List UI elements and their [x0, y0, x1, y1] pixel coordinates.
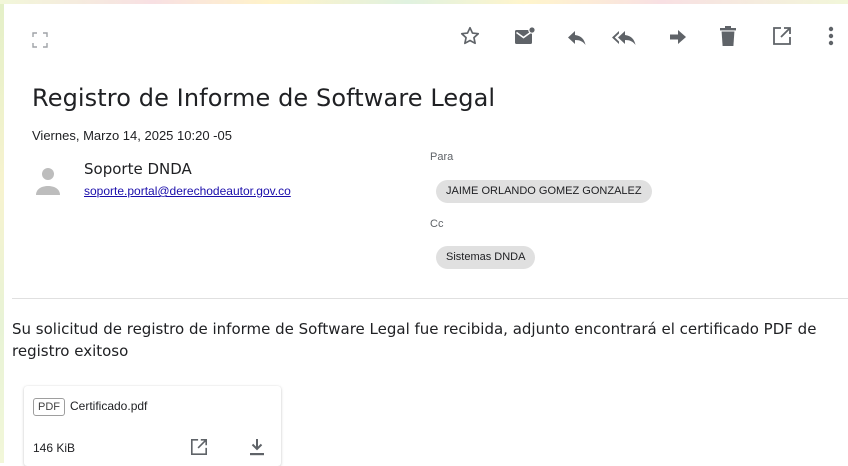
email-body: Su solicitud de registro de informe de S…	[12, 320, 817, 360]
sender-avatar-icon	[34, 162, 62, 198]
cc-recipient-chip[interactable]: Sistemas DNDA	[436, 246, 536, 269]
left-decoration-strip	[0, 4, 4, 463]
email-subject: Registro de Informe de Software Legal	[32, 84, 496, 112]
open-attachment-icon[interactable]	[188, 436, 210, 458]
attachment-filename: Certificado.pdf	[70, 399, 148, 413]
sender-name: Soporte DNDA	[84, 160, 192, 178]
cc-label: Cc	[430, 218, 444, 230]
attachment-card[interactable]: PDF Certificado.pdf 146 KiB	[24, 386, 281, 466]
top-decoration-strip	[0, 0, 848, 4]
recipient-chip[interactable]: JAIME ORLANDO GOMEZ GONZALEZ	[436, 180, 652, 203]
more-options-icon[interactable]	[822, 24, 840, 48]
reply-icon[interactable]	[565, 25, 589, 49]
to-label: Para	[430, 151, 454, 163]
sender-email-link[interactable]: soporte.portal@derechodeautor.gov.co	[84, 184, 291, 198]
header-divider	[12, 298, 848, 299]
delete-icon[interactable]	[716, 24, 740, 48]
open-new-window-icon[interactable]	[770, 24, 794, 48]
mark-unread-icon[interactable]	[513, 24, 537, 48]
star-icon[interactable]	[458, 24, 482, 48]
reply-all-icon[interactable]	[610, 25, 638, 49]
attachment-size: 146 KiB	[33, 441, 76, 455]
file-type-badge: PDF	[33, 398, 65, 416]
forward-icon[interactable]	[666, 25, 690, 49]
expand-icon[interactable]	[30, 30, 50, 50]
download-icon[interactable]	[246, 436, 268, 458]
email-date: Viernes, Marzo 14, 2025 10:20 -05	[32, 128, 232, 143]
